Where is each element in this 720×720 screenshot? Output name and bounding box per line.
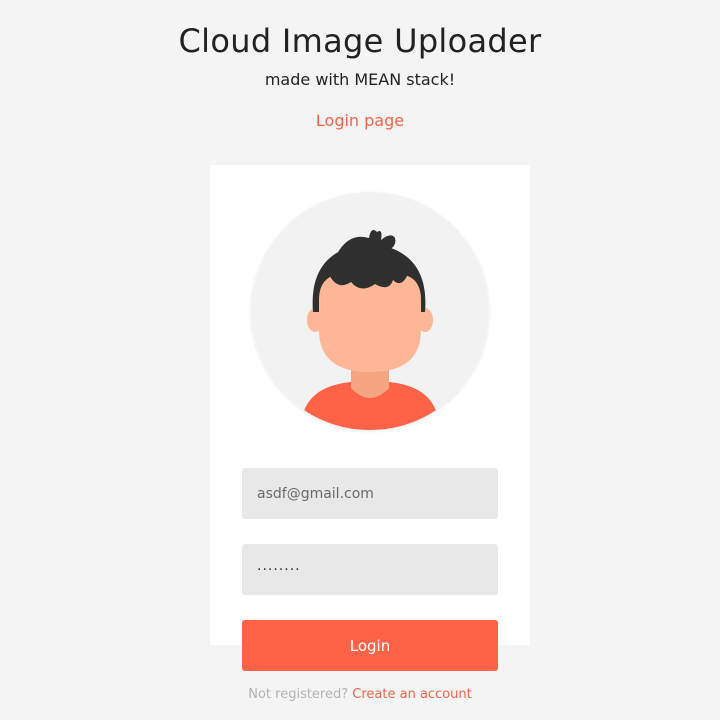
login-page-link[interactable]: Login page — [0, 111, 720, 130]
page-subtitle: made with MEAN stack! — [264, 70, 456, 89]
register-prompt-text: Not registered? — [248, 687, 349, 702]
email-field[interactable] — [242, 468, 498, 519]
page-title: Cloud Image Uploader — [178, 22, 542, 60]
password-field[interactable] — [242, 544, 498, 595]
avatar — [251, 192, 489, 430]
login-page: Cloud Image Uploader made with MEAN stac… — [0, 0, 720, 720]
register-prompt: Not registered? Create an account — [0, 687, 720, 702]
create-account-link[interactable]: Create an account — [352, 687, 471, 702]
user-avatar-icon — [251, 192, 489, 430]
login-button[interactable]: Login — [242, 620, 498, 671]
